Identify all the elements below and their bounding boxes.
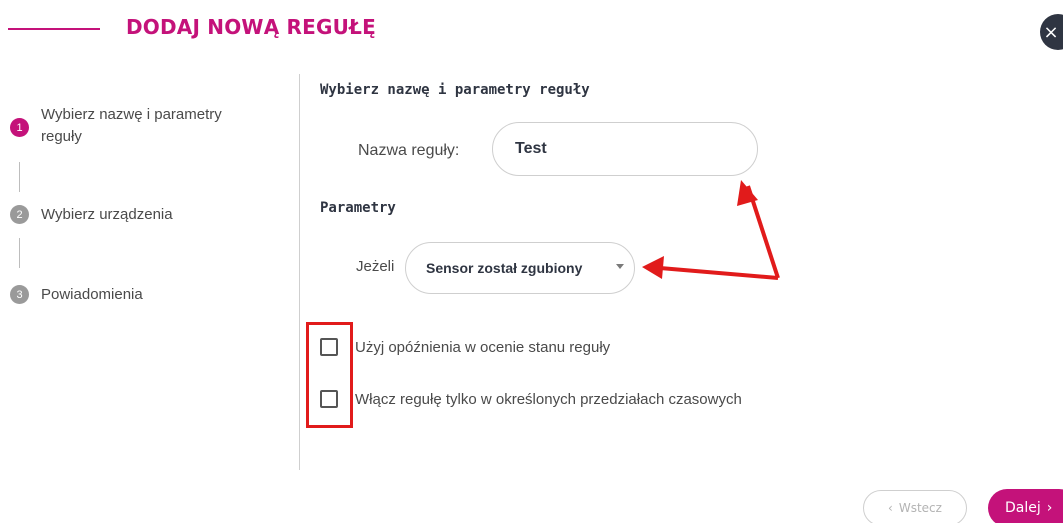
step-select-devices: 2 Wybierz urządzenia bbox=[10, 204, 173, 226]
back-button[interactable]: ‹ Wstecz bbox=[863, 490, 967, 523]
next-button-label: Dalej bbox=[1005, 500, 1041, 516]
add-rule-dialog: DODAJ NOWĄ REGUŁĘ × 1 Wybierz nazwę i pa… bbox=[0, 0, 1063, 523]
chevron-left-icon: ‹ bbox=[888, 501, 893, 515]
header-decoration-line bbox=[8, 28, 100, 30]
delay-option-label: Użyj opóźnienia w ocenie stanu reguły bbox=[355, 338, 611, 356]
chevron-right-icon: › bbox=[1046, 500, 1053, 516]
condition-label: Jeżeli bbox=[356, 258, 395, 275]
step-number-badge: 2 bbox=[10, 205, 29, 224]
annotation-arrowhead-up bbox=[737, 180, 758, 206]
vertical-divider bbox=[299, 74, 300, 470]
time-window-checkbox[interactable] bbox=[320, 390, 338, 408]
annotation-arrow-line bbox=[659, 266, 779, 280]
rule-name-label: Nazwa reguły: bbox=[358, 142, 460, 159]
close-icon: × bbox=[1043, 21, 1059, 43]
time-window-option-label: Włącz regułę tylko w określonych przedzi… bbox=[355, 390, 742, 408]
step-name-and-params: 1 Wybierz nazwę i parametry reguły bbox=[10, 104, 260, 148]
next-button[interactable]: Dalej › bbox=[988, 489, 1063, 523]
step-label: Wybierz nazwę i parametry reguły bbox=[41, 106, 222, 145]
params-title: Parametry bbox=[320, 200, 396, 216]
delay-checkbox[interactable] bbox=[320, 338, 338, 356]
step-label: Wybierz urządzenia bbox=[41, 206, 173, 223]
rule-name-input[interactable] bbox=[492, 122, 758, 176]
annotation-arrow-line bbox=[746, 185, 780, 279]
condition-select[interactable]: Sensor został zgubiony bbox=[405, 242, 635, 294]
step-connector bbox=[19, 162, 20, 192]
delay-option: Użyj opóźnienia w ocenie stanu reguły bbox=[320, 338, 610, 356]
step-connector bbox=[19, 238, 20, 268]
page-title: DODAJ NOWĄ REGUŁĘ bbox=[126, 15, 376, 39]
condition-selected-value: Sensor został zgubiony bbox=[426, 260, 583, 276]
step-label: Powiadomienia bbox=[41, 286, 143, 303]
dropdown-arrow-icon bbox=[616, 264, 624, 269]
back-button-label: Wstecz bbox=[898, 501, 942, 515]
step-number-badge: 3 bbox=[10, 285, 29, 304]
section-title: Wybierz nazwę i parametry reguły bbox=[320, 82, 590, 98]
step-notifications: 3 Powiadomienia bbox=[10, 284, 143, 306]
time-window-option: Włącz regułę tylko w określonych przedzi… bbox=[320, 390, 742, 408]
annotation-arrowhead-left bbox=[642, 256, 664, 279]
close-button[interactable]: × bbox=[1040, 14, 1063, 50]
step-number-badge: 1 bbox=[10, 118, 29, 137]
